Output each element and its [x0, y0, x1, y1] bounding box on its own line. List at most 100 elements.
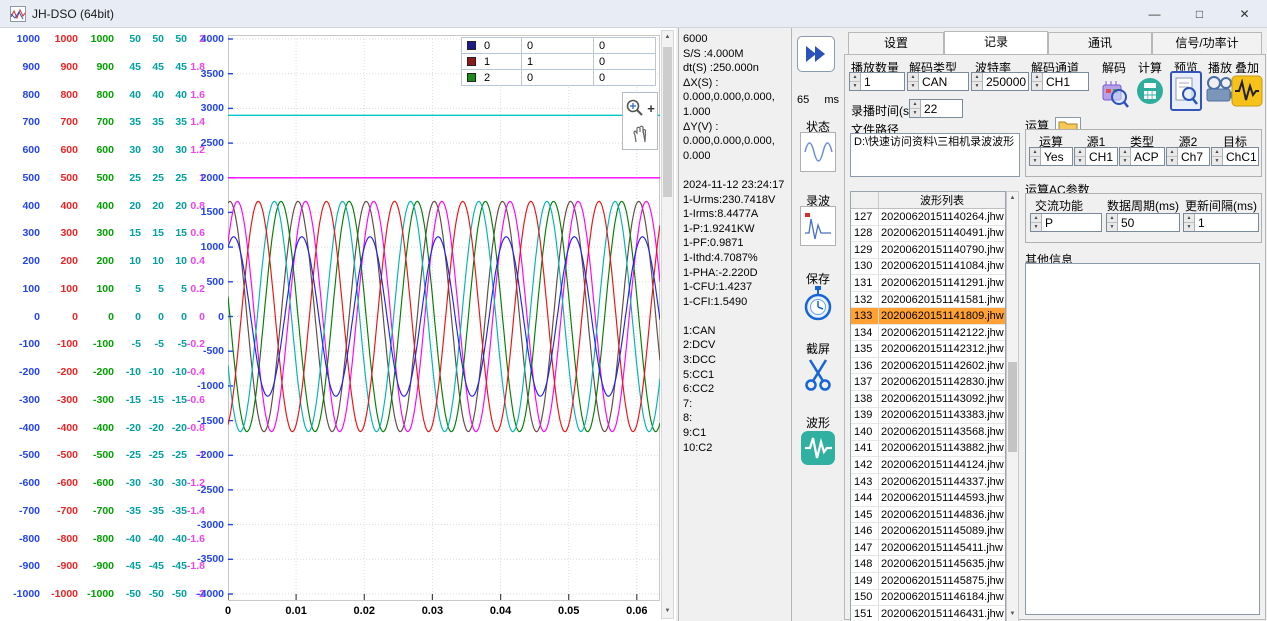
scroll-up-arrow[interactable]: ▲: [1007, 192, 1018, 205]
file-row[interactable]: 14820200620151145635.jhw: [851, 556, 1005, 573]
y-axis-tick-label: 200: [60, 255, 78, 267]
x-axis-tick-label: 0.05: [547, 605, 591, 617]
file-row[interactable]: 13420200620151142122.jhw: [851, 325, 1005, 342]
file-name: 20200620151144337.jhw: [879, 474, 1005, 490]
file-row[interactable]: 13120200620151141291.jhw: [851, 275, 1005, 292]
file-row[interactable]: 13320200620151141809.jhw: [851, 308, 1005, 325]
file-row[interactable]: 14920200620151145875.jhw: [851, 573, 1005, 590]
y-axis-tick-label: 400: [96, 200, 114, 212]
tab-settings[interactable]: 设置: [848, 32, 944, 55]
save-button[interactable]: [800, 284, 836, 324]
file-row[interactable]: 12920200620151140790.jhw: [851, 242, 1005, 259]
calculate-button[interactable]: [1134, 71, 1166, 111]
decode-button[interactable]: [1098, 71, 1130, 111]
file-row[interactable]: 14520200620151144836.jhw: [851, 507, 1005, 524]
play-fast-forward-button[interactable]: [797, 36, 835, 72]
y-axis-tick-label: -10: [126, 366, 141, 378]
file-row[interactable]: 13920200620151143383.jhw: [851, 408, 1005, 425]
spinner-arrows[interactable]: ▲▼: [850, 73, 861, 90]
file-row[interactable]: 13820200620151143092.jhw: [851, 391, 1005, 408]
file-row[interactable]: 15020200620151146184.jhw: [851, 590, 1005, 607]
op-enable-field[interactable]: ▲▼ Yes: [1029, 147, 1073, 166]
spinner-arrows[interactable]: ▲▼: [972, 73, 983, 90]
file-row[interactable]: 14420200620151144593.jhw: [851, 490, 1005, 507]
decode-channel-field[interactable]: ▲▼ CH1: [1031, 72, 1089, 91]
scrollbar-thumb[interactable]: [1008, 362, 1017, 452]
op-source1-field[interactable]: ▲▼ CH1: [1074, 147, 1118, 166]
spinner-arrows[interactable]: ▲▼: [908, 73, 919, 90]
y-axis-tick-label: 1500: [201, 206, 224, 218]
file-row[interactable]: 12820200620151140491.jhw: [851, 226, 1005, 243]
spinner-arrows[interactable]: ▲▼: [1030, 148, 1041, 165]
overlay-button[interactable]: [1231, 71, 1263, 111]
ac-function-field[interactable]: ▲▼ P: [1030, 213, 1102, 232]
channel-legend: 000110200: [461, 37, 656, 86]
zoom-in-button[interactable]: +: [625, 98, 655, 118]
spinner-arrows[interactable]: ▲▼: [1107, 214, 1118, 231]
record-wave-button[interactable]: [800, 206, 836, 246]
preview-button[interactable]: [1170, 71, 1202, 111]
spinner-arrows[interactable]: ▲▼: [1167, 148, 1178, 165]
ac-period-field[interactable]: ▲▼ 50: [1106, 213, 1180, 232]
ac-interval-field[interactable]: ▲▼ 1: [1183, 213, 1259, 232]
y-axis-tick-label: -800: [93, 533, 114, 545]
file-row[interactable]: 14020200620151143568.jhw: [851, 424, 1005, 441]
file-row[interactable]: 14620200620151145089.jhw: [851, 523, 1005, 540]
app-icon: [10, 6, 26, 22]
baud-rate-field[interactable]: ▲▼ 250000: [971, 72, 1029, 91]
spinner-arrows[interactable]: ▲▼: [1120, 148, 1131, 165]
op-source2-field[interactable]: ▲▼ Ch7: [1166, 147, 1210, 166]
status-button[interactable]: [800, 132, 836, 172]
op-source2-value: Ch7: [1178, 148, 1209, 165]
file-row[interactable]: 13720200620151142830.jhw: [851, 374, 1005, 391]
maximize-button[interactable]: □: [1177, 0, 1222, 27]
y-axis-tick-label: 500: [96, 172, 114, 184]
tab-signal-power-meter[interactable]: 信号/功率计: [1152, 32, 1262, 55]
file-row[interactable]: 14320200620151144337.jhw: [851, 474, 1005, 491]
file-row[interactable]: 12720200620151140264.jhw: [851, 209, 1005, 226]
pan-hand-button[interactable]: [630, 124, 650, 144]
op-type-field[interactable]: ▲▼ ACP: [1119, 147, 1165, 166]
file-rows: 12720200620151140264.jhw1282020062015114…: [851, 209, 1005, 621]
y-axis-tick-label: 20: [129, 200, 141, 212]
tab-record[interactable]: 记录: [944, 31, 1048, 55]
file-row[interactable]: 13020200620151141084.jhw: [851, 259, 1005, 276]
y-axis-tick-label: 0: [135, 311, 141, 323]
close-button[interactable]: ✕: [1222, 0, 1267, 27]
scrollbar-thumb[interactable]: [663, 47, 672, 197]
file-row[interactable]: 14720200620151145411.jhw: [851, 540, 1005, 557]
y-axis-tick-label: -600: [57, 477, 78, 489]
plot-scrollbar[interactable]: ▲ ▼: [661, 30, 674, 619]
file-path-box[interactable]: D:\快速访问资料\三相机录波波形: [850, 133, 1020, 177]
file-row[interactable]: 13220200620151141581.jhw: [851, 292, 1005, 309]
screenshot-button[interactable]: [800, 354, 836, 394]
y-axis-tick-label: -100: [93, 338, 114, 350]
spinner-arrows[interactable]: ▲▼: [1032, 73, 1043, 90]
minimize-button[interactable]: —: [1132, 0, 1177, 27]
file-table-scrollbar[interactable]: ▲ ▼: [1006, 191, 1019, 621]
scroll-up-arrow[interactable]: ▲: [662, 31, 673, 44]
scroll-down-arrow[interactable]: ▼: [1007, 608, 1018, 621]
file-row[interactable]: 14120200620151143882.jhw: [851, 441, 1005, 458]
record-time-field[interactable]: ▲▼ 22: [909, 99, 963, 118]
file-row[interactable]: 13520200620151142312.jhw: [851, 341, 1005, 358]
file-row[interactable]: 15120200620151146431.jhw: [851, 606, 1005, 621]
spinner-arrows[interactable]: ▲▼: [1075, 148, 1086, 165]
file-name: 20200620151141084.jhw: [879, 259, 1005, 275]
spinner-arrows[interactable]: ▲▼: [1184, 214, 1195, 231]
spinner-arrows[interactable]: ▲▼: [910, 100, 921, 117]
op-target-field[interactable]: ▲▼ ChC1: [1211, 147, 1259, 166]
decode-type-field[interactable]: ▲▼ CAN: [907, 72, 969, 91]
tab-communication[interactable]: 通讯: [1048, 32, 1152, 55]
scroll-down-arrow[interactable]: ▼: [662, 605, 673, 618]
file-row[interactable]: 14220200620151144124.jhw: [851, 457, 1005, 474]
waveform-chart[interactable]: [228, 35, 660, 601]
waveform-button[interactable]: [800, 428, 836, 468]
playback-count-field[interactable]: ▲▼ 1: [849, 72, 905, 91]
file-row[interactable]: 13620200620151142602.jhw: [851, 358, 1005, 375]
op-enable-value: Yes: [1041, 148, 1072, 165]
y-axis-tick-label: 3000: [201, 102, 224, 114]
spinner-arrows[interactable]: ▲▼: [1031, 214, 1042, 231]
spinner-arrows[interactable]: ▲▼: [1212, 148, 1223, 165]
file-index: 147: [851, 540, 879, 556]
